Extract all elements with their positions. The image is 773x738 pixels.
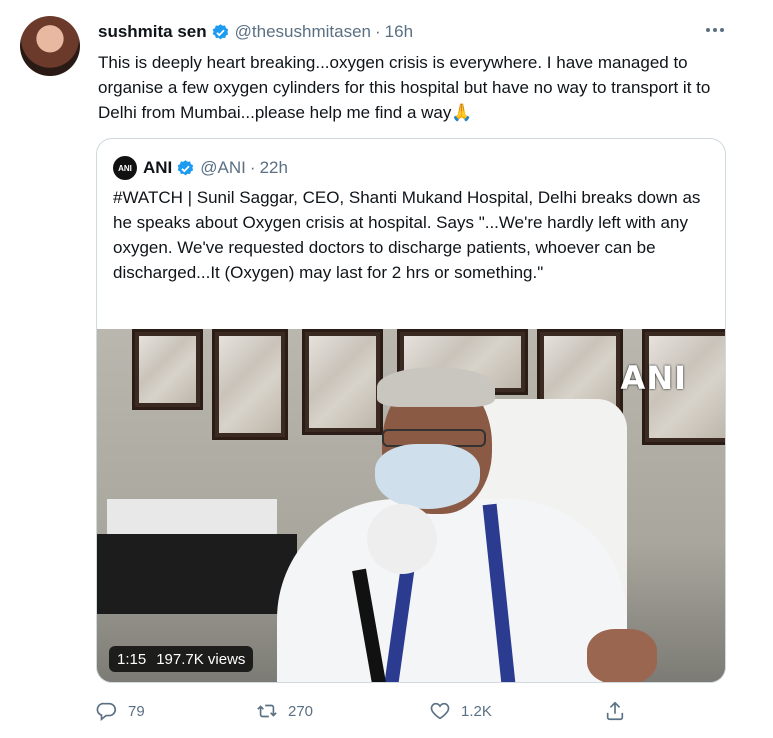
- reply-count: 79: [128, 702, 145, 720]
- video-views: 197.7K views: [156, 650, 246, 668]
- like-count: 1.2K: [461, 702, 492, 720]
- quoted-author-handle: @ANI: [200, 158, 246, 177]
- person-hand: [587, 629, 657, 682]
- face-mask: [375, 444, 480, 509]
- quoted-tweet-text: #WATCH | Sunil Saggar, CEO, Shanti Mukan…: [113, 188, 701, 282]
- tweet-text-body: This is deeply heart breaking...oxygen c…: [98, 53, 711, 122]
- tweet-text: This is deeply heart breaking...oxygen c…: [98, 50, 728, 125]
- quoted-tweet[interactable]: ANI ANI @ANI · 22h #WATCH | Sunil Saggar…: [96, 138, 726, 683]
- tweet-actions: 79 270 1.2K: [96, 694, 736, 734]
- video-stats-badge: 1:15 197.7K views: [109, 646, 254, 672]
- separator-dot: ·: [374, 22, 381, 41]
- wall-photo-frame: [212, 329, 288, 440]
- retweet-count: 270: [288, 702, 314, 720]
- verified-badge-icon: [212, 23, 228, 39]
- microphone: [367, 504, 437, 574]
- ani-logo-text: ANI: [118, 163, 132, 173]
- verified-badge-icon: [178, 159, 194, 175]
- author-avatar[interactable]: [20, 16, 80, 76]
- quoted-tweet-header: ANI ANI @ANI · 22h: [113, 156, 288, 180]
- retweet-button[interactable]: 270: [256, 700, 313, 722]
- tweet[interactable]: sushmita sen @thesushmitasen · 16h This …: [0, 0, 773, 738]
- reply-button[interactable]: 79: [96, 700, 145, 722]
- printer: [97, 534, 297, 614]
- person-shirt: [277, 499, 627, 682]
- more-options-icon[interactable]: [700, 18, 730, 42]
- wall-photo-frame: [302, 329, 383, 435]
- quoted-tweet-timestamp: 22h: [259, 158, 288, 177]
- printer-tray: [107, 499, 277, 539]
- ani-watermark: ANI: [620, 359, 687, 397]
- person-hair: [377, 367, 495, 407]
- tweet-timestamp[interactable]: 16h: [385, 22, 413, 42]
- like-button[interactable]: 1.2K: [429, 700, 492, 722]
- tweet-header: sushmita sen @thesushmitasen · 16h: [98, 22, 413, 42]
- share-button[interactable]: [604, 700, 626, 722]
- wall-photo-frame: [132, 329, 203, 410]
- author-handle[interactable]: @thesushmitasen: [235, 22, 371, 42]
- quoted-author-avatar: ANI: [113, 156, 137, 180]
- retweet-icon: [257, 704, 277, 718]
- video-player[interactable]: ANI 1:15 197.7K views: [97, 329, 725, 682]
- folded-hands-emoji: 🙏: [451, 103, 473, 122]
- quoted-author-name: ANI: [143, 158, 173, 177]
- author-name[interactable]: sushmita sen: [98, 22, 207, 42]
- heart-icon: [430, 702, 450, 720]
- reply-icon: [96, 702, 117, 721]
- separator-dot: ·: [249, 158, 256, 177]
- video-duration: 1:15: [117, 650, 147, 668]
- share-icon: [606, 701, 624, 721]
